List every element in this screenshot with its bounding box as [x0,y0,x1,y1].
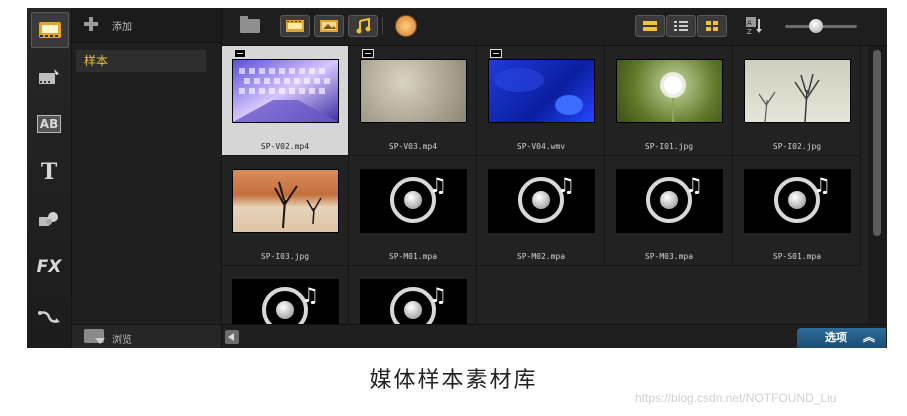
media-library-window: AB T FX 添加 样本 浏览 A Z SP-V02.mp4 SP-V03.m… [27,8,887,348]
photo-filter-icon[interactable] [314,15,344,37]
media-item[interactable]: ♫ SP-M01.mpa [350,156,477,266]
media-item[interactable]: ♫ [350,266,477,324]
image-thumbnail [744,59,851,123]
media-item[interactable]: ♫ SP-M03.mpa [606,156,733,266]
music-note-icon: ♫ [685,173,703,197]
media-item[interactable]: SP-V03.mp4 [350,46,477,156]
thumbnail-strip-icon[interactable] [635,15,665,37]
image-thumbnail [616,59,723,123]
video-thumbnail [232,59,339,123]
audio-thumbnail: ♫ [360,279,467,324]
music-note-icon: ♫ [301,283,319,307]
grid-view-icon[interactable] [697,15,727,37]
title-icon[interactable]: T [31,155,67,189]
media-item-name: SP-I03.jpg [260,252,310,261]
media-item-name: SP-M03.mpa [644,252,694,261]
media-item-name: SP-M01.mpa [388,252,438,261]
filter-icon[interactable]: FX [31,250,67,284]
options-button[interactable]: 选项 ︽ [797,328,886,348]
svg-text:Z: Z [747,28,752,36]
media-item[interactable]: ♫ [222,266,349,324]
list-view-icon[interactable] [666,15,696,37]
audio-thumbnail: ♫ [232,279,339,324]
video-thumbnail [360,59,467,123]
video-filter-icon[interactable] [280,15,310,37]
thumbnail-size-slider-knob[interactable] [809,19,823,33]
media-item[interactable]: SP-V02.mp4 [222,46,349,156]
video-badge-icon [490,49,502,58]
library-footer: 浏览 [72,324,221,348]
image-thumbnail [232,169,339,233]
media-item-name: SP-M02.mpa [516,252,566,261]
media-item[interactable]: SP-I01.jpg [606,46,733,156]
library-folder-samples[interactable]: 样本 [76,50,206,72]
audio-thumbnail: ♫ [744,169,851,233]
media-item[interactable]: SP-I02.jpg [734,46,861,156]
folder-icon[interactable] [238,15,262,37]
left-tool-rail: AB T FX [27,8,72,348]
library-toolbar: AZ [222,8,887,46]
music-note-icon: ♫ [557,173,575,197]
media-item-name: SP-S01.mpa [772,252,822,261]
graphic-icon[interactable] [31,202,67,236]
media-item-name: SP-V02.mp4 [260,142,310,151]
media-item[interactable]: ♫ SP-S01.mpa [734,156,861,266]
audio-thumbnail: ♫ [488,169,595,233]
video-badge-icon [234,49,246,58]
music-note-icon: ♫ [813,173,831,197]
fx-color-icon[interactable] [394,15,418,37]
media-item[interactable]: ♫ SP-M02.mpa [478,156,605,266]
watermark: https://blog.csdn.net/NOTFOUND_Liu [635,391,837,405]
transition-icon[interactable]: AB [31,107,67,141]
audio-thumbnail: ♫ [360,169,467,233]
browse-label[interactable]: 浏览 [112,331,132,346]
library-header: 添加 [72,8,221,43]
library-panel: 添加 样本 浏览 [72,8,222,348]
vertical-scrollbar[interactable] [868,46,887,324]
music-note-icon: ♫ [429,173,447,197]
library-bottom-bar: 选项 ︽ [222,324,887,348]
media-thumbnail-grid: SP-V02.mp4 SP-V03.mp4 SP-V04.wmv SP-I01.… [222,46,867,324]
music-note-icon: ♫ [429,283,447,307]
add-folder-label[interactable]: 添加 [112,18,132,33]
media-icon[interactable] [31,12,69,48]
media-item-name: SP-V03.mp4 [388,142,438,151]
audio-filter-icon[interactable] [348,15,378,37]
path-icon[interactable] [31,300,67,334]
instant-project-icon[interactable] [31,60,67,94]
collapse-left-icon[interactable] [225,330,239,344]
figure-caption: 媒体样本素材库 [369,368,538,393]
browse-icon[interactable] [84,329,105,344]
video-thumbnail [488,59,595,123]
media-item-name: SP-I02.jpg [772,142,822,151]
options-label: 选项 [825,331,847,344]
audio-thumbnail: ♫ [616,169,723,233]
svg-text:A: A [747,19,752,27]
media-item[interactable]: SP-V04.wmv [478,46,605,156]
media-item-name: SP-V04.wmv [516,142,566,151]
sort-icon[interactable]: AZ [742,15,766,37]
toolbar-separator [382,17,383,35]
media-item[interactable]: SP-I03.jpg [222,156,349,266]
scrollbar-thumb[interactable] [873,50,881,236]
add-icon[interactable] [84,17,98,31]
media-item-name: SP-I01.jpg [644,142,694,151]
chevron-up-icon: ︽ [863,330,876,344]
video-badge-icon [362,49,374,58]
